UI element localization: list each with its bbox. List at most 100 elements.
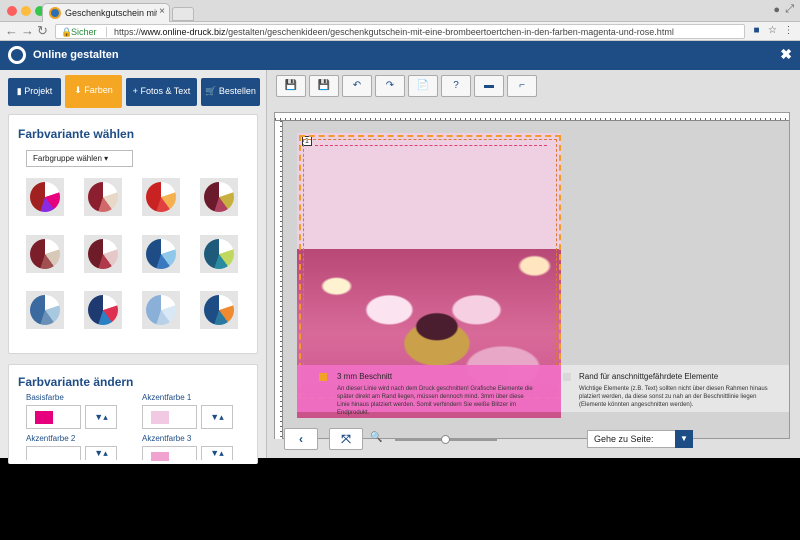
pie-icon <box>30 239 60 269</box>
bookmark-star-icon[interactable]: ☆ <box>766 25 779 38</box>
menu-dots-icon[interactable]: ⋮ <box>782 25 795 38</box>
design-canvas[interactable]: 1 3 mm Beschnitt An dieser Linie wird na… <box>274 112 790 439</box>
color-variant-1[interactable] <box>26 178 64 216</box>
url-text: https://www.online-druck.biz/gestalten/g… <box>114 27 674 37</box>
browser-tabbar: Geschenkgutschein mit einem × ● ⤢ <box>0 0 800 22</box>
tab-label: Projekt <box>24 86 53 96</box>
zoom-slider-handle[interactable] <box>441 435 450 444</box>
left-panel: ▮ Projekt ⬇ Farben + Fotos & Text 🛒 Best… <box>0 70 266 464</box>
accent1-color-picker[interactable] <box>142 405 197 429</box>
base-color-label: Basisfarbe <box>26 393 64 402</box>
plus-icon: + <box>132 86 138 96</box>
accent3-color-picker[interactable] <box>142 446 197 461</box>
address-bar[interactable]: 🔒 Sicher https://www.online-druck.biz/ge… <box>55 24 745 39</box>
fill-bucket-icon[interactable]: ▼▴ <box>201 446 233 460</box>
app-title: Online gestalten <box>33 49 119 61</box>
dropdown-arrow-icon[interactable]: ▼ <box>675 430 693 448</box>
pie-icon <box>146 182 176 212</box>
redo-icon[interactable]: ↷ <box>375 75 405 97</box>
browser-toolbar: ← → ↻ 🔒 Sicher https://www.online-druck.… <box>0 22 800 41</box>
help-icon[interactable]: ? <box>441 75 471 97</box>
secure-label: Sicher <box>71 27 97 37</box>
accent2-color-picker[interactable] <box>26 446 81 460</box>
browser-tab[interactable]: Geschenkgutschein mit einem × <box>42 3 170 22</box>
fit-to-screen-icon[interactable]: ⤧ <box>329 428 363 450</box>
url-prefix: https:// <box>114 27 142 37</box>
previous-page-button[interactable]: ‹ <box>284 428 318 450</box>
profile-icon[interactable]: ● <box>773 4 780 16</box>
app-logo-icon <box>8 46 26 64</box>
safe-area-frame <box>303 139 557 395</box>
color-chip <box>35 411 53 424</box>
bleed-legend-swatch <box>319 373 327 381</box>
bleed-legend: 3 mm Beschnitt An dieser Linie wird nach… <box>297 365 561 416</box>
tab-farben[interactable]: ⬇ Farben <box>65 75 122 108</box>
save-as-icon[interactable]: 💾 <box>309 75 339 97</box>
pie-icon <box>204 239 234 269</box>
new-tab-button[interactable] <box>172 7 194 21</box>
accent1-label: Akzentfarbe 1 <box>142 393 192 402</box>
back-icon[interactable]: ← <box>5 23 18 38</box>
color-variant-7[interactable] <box>142 235 180 273</box>
color-variant-12[interactable] <box>200 291 238 329</box>
color-variant-card: Farbvariante wählen Farbgruppe wählen ▾ <box>8 114 258 354</box>
color-chip <box>151 452 169 461</box>
color-variant-2[interactable] <box>84 178 122 216</box>
minimize-window-icon[interactable] <box>21 6 31 16</box>
fill-bucket-icon[interactable]: ▼▴ <box>201 405 233 429</box>
tab-projekt[interactable]: ▮ Projekt <box>8 78 61 106</box>
tab-fotos-text[interactable]: + Fotos & Text <box>126 78 197 106</box>
pie-icon <box>88 182 118 212</box>
color-chip <box>151 411 169 424</box>
restore-window-icon[interactable]: ⤢ <box>785 3 794 16</box>
forward-icon[interactable]: → <box>21 23 34 38</box>
color-variant-9[interactable] <box>26 291 64 329</box>
color-variant-10[interactable] <box>84 291 122 329</box>
color-variant-8[interactable] <box>200 235 238 273</box>
crop-marks-icon[interactable]: ⌐ <box>507 75 537 97</box>
tab-label: Fotos & Text <box>140 86 191 96</box>
color-variant-11[interactable] <box>142 291 180 329</box>
tab-label: Farben <box>84 85 113 95</box>
pie-icon <box>30 182 60 212</box>
pie-icon <box>146 295 176 325</box>
reload-icon[interactable]: ↻ <box>37 23 48 39</box>
accent2-label: Akzentfarbe 2 <box>26 434 76 443</box>
base-color-picker[interactable] <box>26 405 81 429</box>
vertical-ruler <box>275 121 283 439</box>
pie-icon <box>88 295 118 325</box>
pie-icon <box>88 239 118 269</box>
fill-bucket-icon[interactable]: ▼▴ <box>85 446 117 460</box>
tab-close-icon[interactable]: × <box>159 6 165 17</box>
safe-legend-title: Rand für anschnittgefährdete Elemente <box>579 372 719 381</box>
editor-area: 💾 💾 ↶ ↷ 📄 ? ▬ ⌐ 1 3 mm Beschnitt An dies… <box>266 70 800 458</box>
extension-icon[interactable]: ■ <box>750 25 763 38</box>
tab-label: Bestellen <box>218 86 256 96</box>
app-close-icon[interactable]: ✖ <box>780 46 792 63</box>
color-variant-6[interactable] <box>84 235 122 273</box>
tab-title: Geschenkgutschein mit einem <box>65 8 157 18</box>
color-variant-heading: Farbvariante wählen <box>18 127 135 141</box>
close-window-icon[interactable] <box>7 6 17 16</box>
ruler-icon[interactable]: ▬ <box>474 75 504 97</box>
horizontal-ruler <box>275 113 789 121</box>
divider <box>106 27 107 37</box>
tab-bestellen[interactable]: 🛒 Bestellen <box>201 78 260 106</box>
color-change-card: Farbvariante ändern Basisfarbe Akzentfar… <box>8 364 258 464</box>
undo-icon[interactable]: ↶ <box>342 75 372 97</box>
pie-icon <box>30 295 60 325</box>
color-variant-3[interactable] <box>142 178 180 216</box>
pie-icon <box>204 182 234 212</box>
color-variant-4[interactable] <box>200 178 238 216</box>
paint-drop-icon: ⬇ <box>74 85 82 95</box>
save-icon[interactable]: 💾 <box>276 75 306 97</box>
color-variant-5[interactable] <box>26 235 64 273</box>
safe-legend-text: Wichtige Elemente (z.B. Text) sollten ni… <box>579 386 768 408</box>
color-change-heading: Farbvariante ändern <box>18 375 134 389</box>
color-group-select[interactable]: Farbgruppe wählen ▾ <box>26 150 133 167</box>
bookmark-icon: ▮ <box>16 86 22 96</box>
preview-pdf-icon[interactable]: 📄 <box>408 75 438 97</box>
pie-icon <box>146 239 176 269</box>
fill-bucket-icon[interactable]: ▼▴ <box>85 405 117 429</box>
safe-area-legend: Rand für anschnittgefährdete Elemente Wi… <box>561 365 789 412</box>
